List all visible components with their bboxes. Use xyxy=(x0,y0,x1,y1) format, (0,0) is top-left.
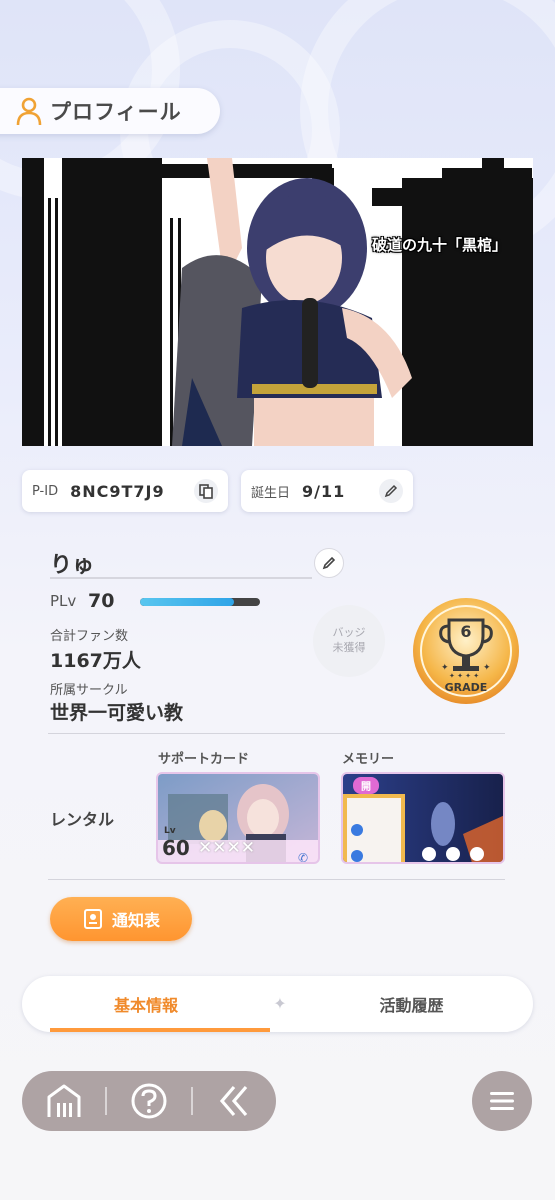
support-card-label: サポートカード xyxy=(158,752,250,767)
edit-birthday-icon[interactable] xyxy=(379,479,403,503)
pid-chip: P-ID 8NC9T7J9 xyxy=(22,470,228,512)
banner-illustration xyxy=(22,158,533,446)
help-icon xyxy=(131,1083,167,1119)
report-card-icon xyxy=(83,909,102,929)
plv-label: PLv xyxy=(50,592,77,610)
grade-label: GRADE xyxy=(444,681,488,694)
tab-separator-icon: ✦ xyxy=(273,994,287,1013)
support-card-thumbnail[interactable]: ✆ Lv 60 ✕✕✕✕ xyxy=(156,772,320,864)
birthday-chip: 誕生日 9/11 xyxy=(241,470,413,512)
profile-banner[interactable]: 破道の九十「黒棺」 xyxy=(22,158,533,446)
svg-text:✦: ✦ xyxy=(483,663,491,673)
rental-label: レンタル xyxy=(50,810,115,829)
report-card-button[interactable]: 通知表 xyxy=(50,897,192,941)
support-level-prefix: Lv xyxy=(164,826,176,836)
banner-caption: 破道の九十「黒棺」 xyxy=(371,236,507,254)
bottom-nav xyxy=(22,1071,276,1131)
page-title: プロフィール xyxy=(50,100,182,124)
circle-value: 世界一可愛い教 xyxy=(50,702,184,724)
pencil-icon xyxy=(322,556,336,570)
badge-line1: バッジ xyxy=(332,626,366,640)
fans-value: 1167万人 xyxy=(50,650,141,672)
svg-text:✦ ✦ ✦ ✦: ✦ ✦ ✦ ✦ xyxy=(449,672,479,680)
memory-label: メモリー xyxy=(342,752,395,767)
back-button[interactable] xyxy=(193,1071,276,1131)
report-card-label: 通知表 xyxy=(111,911,160,930)
pid-label: P-ID xyxy=(32,483,59,499)
svg-text:✦: ✦ xyxy=(441,663,449,673)
memory-tag: 開 xyxy=(353,777,379,794)
tab-activity-history-label: 活動履歴 xyxy=(379,996,444,1015)
tab-basic-info[interactable]: 基本情報 xyxy=(22,976,270,1032)
hamburger-menu-icon xyxy=(490,1092,514,1110)
help-button[interactable] xyxy=(107,1071,190,1131)
fans-label: 合計ファン数 xyxy=(50,629,129,644)
circle-label: 所属サークル xyxy=(50,683,128,698)
badge-slot[interactable]: バッジ 未獲得 xyxy=(313,605,385,677)
menu-button[interactable] xyxy=(472,1071,532,1131)
pid-value: 8NC9T7J9 xyxy=(70,481,165,501)
player-name: りゅ xyxy=(50,547,312,579)
grade-emblem[interactable]: ✦ ✦ ✦ ✦ ✦ ✦ 6 GRADE xyxy=(411,596,521,706)
birthday-label: 誕生日 xyxy=(251,485,291,501)
double-chevron-left-icon xyxy=(220,1085,248,1117)
home-button[interactable] xyxy=(22,1071,105,1131)
tab-bar: 基本情報 ✦ 活動履歴 xyxy=(22,976,533,1032)
badge-line2: 未獲得 xyxy=(332,641,366,654)
support-level: 60 xyxy=(162,836,190,860)
grade-number: 6 xyxy=(460,622,472,641)
rarity-crosses: ✕✕✕✕ xyxy=(198,838,255,858)
edit-name-button[interactable] xyxy=(314,548,344,578)
tab-basic-info-label: 基本情報 xyxy=(113,996,178,1015)
home-icon xyxy=(47,1084,81,1117)
section-divider-2 xyxy=(48,879,505,880)
plv-progress-bar xyxy=(140,598,260,606)
phone-icon: ✆ xyxy=(298,851,308,864)
memory-thumbnail[interactable]: 開 xyxy=(341,772,505,864)
page-header: プロフィール xyxy=(0,88,220,134)
person-icon xyxy=(16,97,42,126)
section-divider xyxy=(48,733,505,734)
tab-active-indicator xyxy=(50,1028,270,1032)
copy-icon[interactable] xyxy=(194,479,218,503)
plv-value: 70 xyxy=(88,590,115,612)
birthday-value: 9/11 xyxy=(302,481,346,501)
tab-activity-history[interactable]: 活動履歴 xyxy=(290,976,533,1032)
